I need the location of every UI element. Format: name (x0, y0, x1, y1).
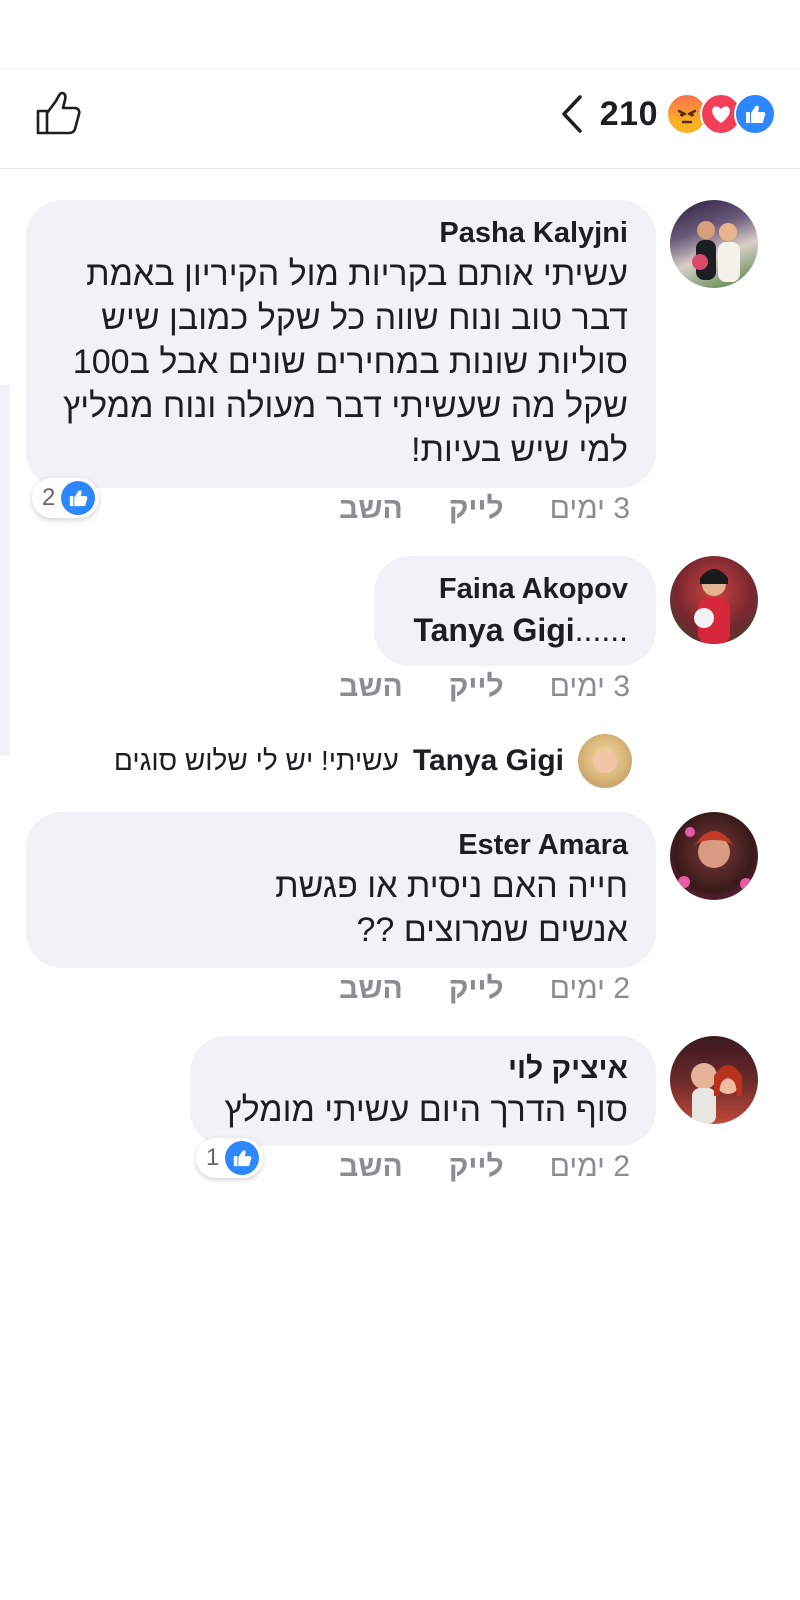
mention-link[interactable]: Tanya Gigi (413, 612, 574, 648)
reply-author[interactable]: Tanya Gigi (413, 744, 564, 778)
comment-author[interactable]: Ester Amara (54, 826, 628, 864)
like-icon (734, 93, 776, 135)
reaction-summary[interactable]: 210 (558, 91, 776, 137)
like-link[interactable]: לייק (449, 670, 504, 704)
reply-text: עשיתי! יש לי שלוש סוגים (113, 745, 399, 776)
comment-bubble-4[interactable]: איציק לוי סוף הדרך היום עשיתי מומלץ (190, 1036, 656, 1146)
comment-author[interactable]: איציק לוי (218, 1050, 628, 1088)
like-link[interactable]: לייק (449, 492, 504, 526)
comment-text: סוף הדרך היום עשיתי מומלץ (224, 1091, 628, 1129)
comment-actions-1: 3 ימים לייק השב (339, 492, 630, 526)
reply-preview[interactable]: Tanya Gigi עשיתי! יש לי שלוש סוגים (114, 734, 632, 788)
comment-like-count[interactable]: 2 (32, 478, 100, 518)
comment-actions-3: 2 ימים לייק השב (339, 972, 630, 1006)
avatar-tanya[interactable] (578, 734, 632, 788)
comment-actions-4: 2 ימים לייק השב (339, 1150, 630, 1184)
avatar-itzik[interactable] (670, 1036, 758, 1124)
avatar-ester[interactable] (670, 812, 758, 900)
comment-like-count[interactable]: 1 (196, 1138, 264, 1178)
comment-suffix: ...... (574, 612, 628, 648)
like-icon (225, 1141, 260, 1175)
comment-time[interactable]: 3 ימים (550, 670, 630, 704)
like-icon (61, 481, 96, 515)
like-count-number: 2 (42, 484, 56, 511)
comment-author[interactable]: Faina Akopov (402, 570, 628, 608)
comment-bubble-3[interactable]: Ester Amara חייה האם ניסית או פגשת אנשים… (26, 812, 656, 968)
comment-bubble-1[interactable]: Pasha Kalyjni עשיתי אותם בקריות מול הקיר… (26, 200, 656, 488)
comment-text: עשיתי אותם בקריות מול הקיריון באמת דבר ט… (63, 255, 628, 469)
comment-time[interactable]: 3 ימים (550, 492, 630, 526)
reaction-count: 210 (599, 94, 658, 133)
reply-link[interactable]: השב (339, 972, 403, 1006)
comment-time[interactable]: 2 ימים (550, 972, 630, 1006)
chevron-left-icon[interactable] (558, 94, 586, 134)
avatar-faina[interactable] (670, 556, 758, 644)
thread-line (0, 385, 10, 755)
like-link[interactable]: לייק (449, 1150, 504, 1184)
like-button-icon[interactable] (34, 89, 82, 137)
reply-link[interactable]: השב (339, 1150, 403, 1184)
comment-time[interactable]: 2 ימים (550, 1150, 630, 1184)
reply-link[interactable]: השב (339, 670, 403, 704)
comment-bubble-2[interactable]: Faina Akopov Tanya Gigi...... (374, 556, 656, 666)
like-count-number: 1 (206, 1144, 220, 1171)
comment-author[interactable]: Pasha Kalyjni (54, 214, 628, 252)
comment-text: חייה האם ניסית או פגשת אנשים שמרוצים ?? (275, 867, 628, 949)
like-link[interactable]: לייק (449, 972, 504, 1006)
comment-text: Tanya Gigi...... (402, 608, 628, 652)
avatar-pasha[interactable] (670, 200, 758, 288)
reactions-header: 210 (0, 68, 800, 169)
reply-link[interactable]: השב (339, 492, 403, 526)
comment-actions-2: 3 ימים לייק השב (339, 670, 630, 704)
